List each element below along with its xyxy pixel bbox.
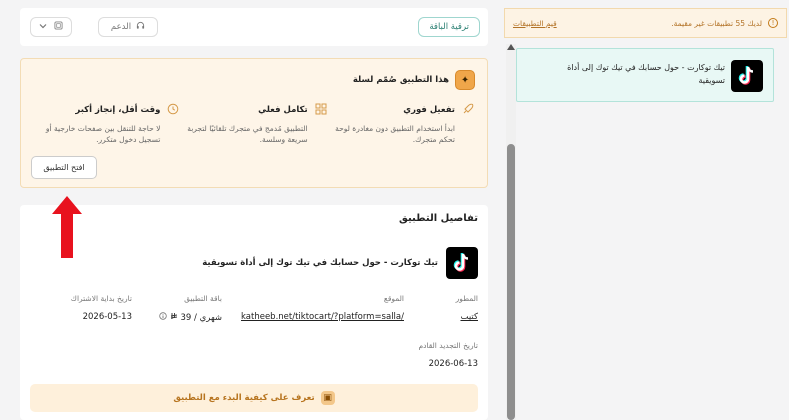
feature-title: تكامل فعلي bbox=[258, 105, 308, 115]
feature-title: وقت أقل، إنجاز أكبر bbox=[75, 105, 161, 115]
plan-label: باقة التطبيق bbox=[184, 294, 222, 303]
sidebar: ! لديك 55 تطبيقات غير مقيمة. قيم التطبيق… bbox=[504, 0, 789, 420]
renew-date-block: تاريخ التجديد القادم 2026-06-13 bbox=[418, 341, 478, 369]
feature-card-title: هذا التطبيق صُمّم لسلة bbox=[352, 75, 449, 85]
magic-wand-icon: ✦ bbox=[455, 70, 475, 90]
plan-text: شهري / 39 bbox=[180, 312, 222, 323]
chevron-down-icon bbox=[39, 22, 47, 32]
site-label: الموقع bbox=[383, 294, 404, 303]
main-content: ترقية الباقة الدعم ✦ هذا التطبيق صُمّم ل… bbox=[0, 0, 500, 420]
guide-label: تعرف على كيفية البدء مع التطبيق bbox=[173, 393, 315, 403]
clock-icon bbox=[166, 103, 180, 117]
info-icon[interactable] bbox=[158, 312, 167, 323]
upgrade-plan-button[interactable]: ترقية الباقة bbox=[418, 17, 480, 37]
store-icon bbox=[54, 21, 63, 33]
unrated-apps-warning: ! لديك 55 تطبيقات غير مقيمة. قيم التطبيق… bbox=[504, 8, 787, 38]
developer-label: المطور bbox=[455, 294, 478, 303]
app-row: تيك توكارت - حول حسابك في تيك توك إلى أد… bbox=[202, 247, 478, 279]
app-info-grid: المطور كتيب الموقع katheeb.net/tiktocart… bbox=[30, 294, 478, 323]
riyal-icon bbox=[170, 312, 178, 323]
start-date-label: تاريخ بداية الاشتراك bbox=[70, 294, 132, 303]
top-toolbar: ترقية الباقة الدعم bbox=[20, 8, 488, 46]
tiktok-logo-icon bbox=[731, 60, 763, 92]
warning-text: لديك 55 تطبيقات غير مقيمة. bbox=[671, 18, 762, 28]
developer-link[interactable]: كتيب bbox=[416, 312, 478, 322]
getting-started-guide-button[interactable]: ▣ تعرف على كيفية البدء مع التطبيق bbox=[30, 384, 478, 412]
plan-value: شهري / 39 bbox=[144, 312, 222, 323]
feature-description: ابدأ استخدام التطبيق دون مغادرة لوحة تحك… bbox=[335, 124, 455, 144]
sidebar-app-name: تيك توكارت - حول حسابك في تيك توك إلى أد… bbox=[567, 63, 725, 85]
red-arrow-annotation bbox=[52, 196, 82, 258]
renew-date-label: تاريخ التجديد القادم bbox=[418, 341, 478, 350]
rocket-icon bbox=[461, 103, 475, 117]
app-details-card: تفاصيل التطبيق تيك توكارت - حول حسابك في… bbox=[20, 205, 488, 420]
feature-description: التطبيق مُدمج في متجرك تلقائيًا لتجربة س… bbox=[187, 124, 308, 144]
support-button[interactable]: الدعم bbox=[98, 17, 158, 37]
feature-list: تفعيل فوري ابدأ استخدام التطبيق دون مغاد… bbox=[33, 103, 475, 145]
feature-item: تكامل فعلي التطبيق مُدمج في متجرك تلقائي… bbox=[180, 103, 327, 145]
feature-item: تفعيل فوري ابدأ استخدام التطبيق دون مغاد… bbox=[328, 103, 475, 145]
feature-card-header: ✦ هذا التطبيق صُمّم لسلة bbox=[353, 70, 475, 90]
grid-icon bbox=[314, 103, 328, 117]
warning-icon: ! bbox=[768, 18, 778, 28]
sidebar-app-item[interactable]: تيك توكارت - حول حسابك في تيك توك إلى أد… bbox=[516, 48, 774, 102]
feature-item: وقت أقل، إنجاز أكبر لا حاجة للتنقل بين ص… bbox=[33, 103, 180, 145]
feature-title: تفعيل فوري bbox=[403, 105, 455, 115]
app-name: تيك توكارت - حول حسابك في تيك توك إلى أد… bbox=[202, 258, 438, 268]
headset-icon bbox=[136, 21, 145, 33]
guide-icon: ▣ bbox=[320, 391, 335, 405]
site-link[interactable]: katheeb.net/tiktocart/?platform=salla/ bbox=[234, 312, 404, 322]
support-label: الدعم bbox=[110, 22, 132, 32]
open-app-button[interactable]: افتح التطبيق bbox=[31, 156, 97, 179]
rate-apps-link[interactable]: قيم التطبيقات bbox=[513, 19, 557, 28]
store-menu-dropdown[interactable] bbox=[30, 17, 72, 37]
start-date-value: 2026-05-13 bbox=[82, 312, 132, 322]
feature-description: لا حاجة للتنقل بين صفحات خارجية أو تسجيل… bbox=[45, 124, 161, 144]
salla-feature-card: ✦ هذا التطبيق صُمّم لسلة تفعيل فوري ابدأ… bbox=[20, 58, 488, 188]
app-details-title: تفاصيل التطبيق bbox=[398, 213, 478, 224]
tiktok-logo-icon bbox=[446, 247, 478, 279]
renew-date-value: 2026-06-13 bbox=[428, 359, 478, 369]
